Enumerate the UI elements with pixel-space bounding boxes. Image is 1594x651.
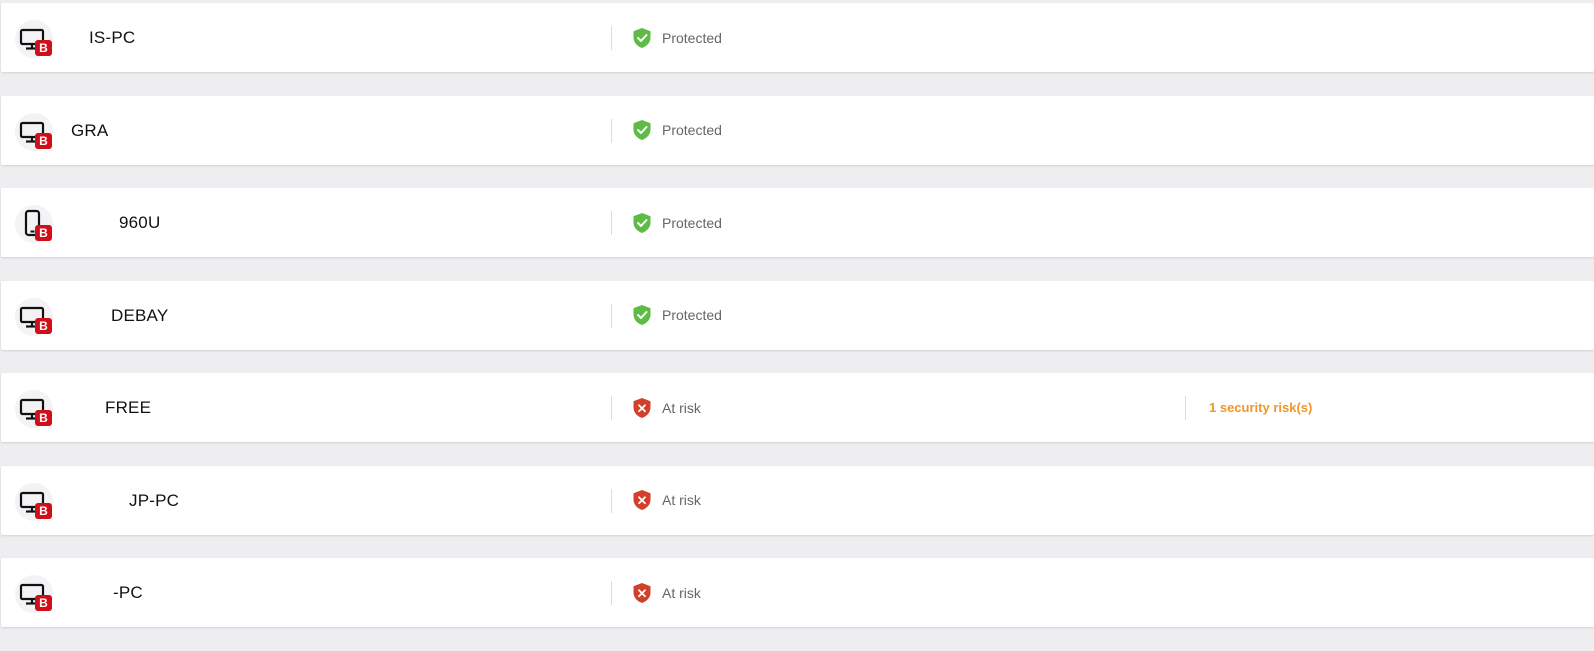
device-name: FREE <box>105 398 152 417</box>
device-row[interactable]: B IS-PC Protected <box>1 3 1594 72</box>
bitdefender-badge-icon: B <box>35 317 52 334</box>
desktop-icon: B <box>15 112 53 151</box>
status-label: Protected <box>662 29 722 46</box>
divider <box>611 303 612 328</box>
bitdefender-badge-icon: B <box>35 595 52 611</box>
shield-check-icon <box>633 212 651 233</box>
status: At risk <box>632 558 701 627</box>
divider <box>1185 396 1186 420</box>
device-row[interactable]: B DEBAY Protected <box>1 280 1594 350</box>
bitdefender-badge-icon: B <box>35 502 52 519</box>
desktop-icon: B <box>15 297 53 336</box>
shield-check-icon <box>633 27 651 48</box>
shield-x-icon <box>633 582 651 603</box>
shield-x-icon <box>633 397 651 418</box>
desktop-icon: B <box>15 20 53 58</box>
divider <box>611 396 612 420</box>
device-name: IS-PC <box>89 28 136 47</box>
shield-x-icon <box>633 490 651 510</box>
status: Protected <box>632 96 722 165</box>
device-name: 960U <box>119 213 161 232</box>
desktop-icon: B <box>15 575 53 613</box>
device-row[interactable]: B 960U Protected <box>1 188 1594 257</box>
divider <box>611 26 612 50</box>
bitdefender-badge-icon: B <box>35 40 52 56</box>
shield-check-icon <box>633 305 651 325</box>
device-name: DEBAY <box>111 305 169 325</box>
status: Protected <box>632 3 722 72</box>
divider <box>611 211 612 235</box>
status-label: At risk <box>662 399 701 416</box>
status-label: At risk <box>662 584 701 601</box>
divider <box>611 581 612 605</box>
divider <box>611 488 612 513</box>
desktop-icon: B <box>15 390 53 428</box>
device-row[interactable]: B GRA Protected <box>1 95 1594 165</box>
status: Protected <box>632 188 722 257</box>
status-label: Protected <box>662 307 722 323</box>
shield-check-icon <box>633 120 651 140</box>
bitdefender-badge-icon: B <box>35 410 52 426</box>
bitdefender-badge-icon: B <box>35 225 52 241</box>
device-list: B IS-PC Protected B GRA Protected B 960U… <box>1 3 1594 651</box>
security-risk-link[interactable]: 1 security risk(s) <box>1209 373 1312 442</box>
device-row[interactable]: B JP-PC At risk <box>1 465 1594 535</box>
status-label: Protected <box>662 214 722 231</box>
device-name: GRA <box>71 120 109 140</box>
status: Protected <box>632 281 722 350</box>
bitdefender-badge-icon: B <box>35 132 52 149</box>
status: At risk <box>632 373 701 442</box>
device-row[interactable]: B FREE At risk 1 security risk(s) <box>1 373 1594 442</box>
device-name: JP-PC <box>129 490 180 510</box>
desktop-icon: B <box>15 482 53 521</box>
status-label: At risk <box>662 492 701 508</box>
device-row[interactable]: B -PC At risk <box>1 558 1594 627</box>
phone-icon: B <box>15 205 53 243</box>
divider <box>611 118 612 143</box>
device-name: -PC <box>113 583 143 602</box>
status: At risk <box>632 466 701 535</box>
status-label: Protected <box>662 122 722 138</box>
